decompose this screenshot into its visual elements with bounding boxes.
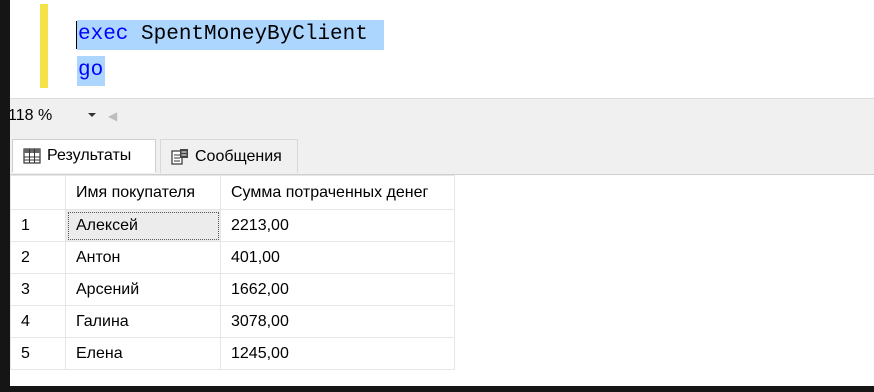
chevron-down-icon[interactable] [86,109,98,121]
tab-results[interactable]: Результаты [12,139,156,173]
amount-cell[interactable]: 1245,00 [220,337,455,370]
table-row: 4 Галина 3078,00 [10,305,455,338]
amount-cell[interactable]: 401,00 [220,241,455,274]
column-header-amount[interactable]: Сумма потраченных денег [220,175,455,210]
row-number[interactable]: 1 [10,209,66,242]
row-number[interactable]: 3 [10,273,66,306]
grid-header-row: Имя покупателя Сумма потраченных денег [10,175,455,210]
scroll-left-icon[interactable]: ◀ [108,109,117,123]
amount-cell[interactable]: 3078,00 [220,305,455,338]
zoom-bar: 118 % ◀ [10,98,874,135]
code-line-1[interactable]: exec SpentMoneyByClient [77,20,384,50]
zoom-level[interactable]: 118 % [10,107,52,125]
code-line-2[interactable]: go [77,56,106,86]
keyword-go: go [78,59,104,82]
procedure-name: SpentMoneyByClient [128,23,368,46]
column-header-client-name[interactable]: Имя покупателя [65,175,221,210]
query-editor[interactable]: exec SpentMoneyByClient go [10,0,874,98]
tab-results-label: Результаты [47,147,132,164]
client-name-cell[interactable]: Арсений [65,273,221,306]
table-row: 2 Антон 401,00 [10,241,455,274]
grid-icon [23,148,41,164]
keyword-exec: exec [78,23,129,46]
results-pane: Имя покупателя Сумма потраченных денег 1… [10,175,874,386]
messages-icon [171,148,188,165]
row-number-header[interactable] [10,175,66,210]
change-tracking-bar [40,4,48,88]
row-number[interactable]: 2 [10,241,66,274]
ssms-window: exec SpentMoneyByClient go 118 % ◀ Резул… [10,0,874,386]
table-row: 3 Арсений 1662,00 [10,273,455,306]
result-tabs: Результаты Сообщения [10,134,874,175]
tab-messages-label: Сообщения [195,147,282,165]
results-grid: Имя покупателя Сумма потраченных денег 1… [10,175,455,370]
client-name-cell[interactable]: Галина [65,305,221,338]
row-number[interactable]: 4 [10,305,66,338]
amount-cell[interactable]: 1662,00 [220,273,455,306]
amount-cell[interactable]: 2213,00 [220,209,455,242]
tab-messages[interactable]: Сообщения [160,139,298,173]
table-row: 1 Алексей 2213,00 [10,209,455,242]
client-name-cell[interactable]: Антон [65,241,221,274]
row-number[interactable]: 5 [10,337,66,370]
table-row: 5 Елена 1245,00 [10,337,455,370]
client-name-cell[interactable]: Алексей [65,209,221,242]
client-name-cell[interactable]: Елена [65,337,221,370]
